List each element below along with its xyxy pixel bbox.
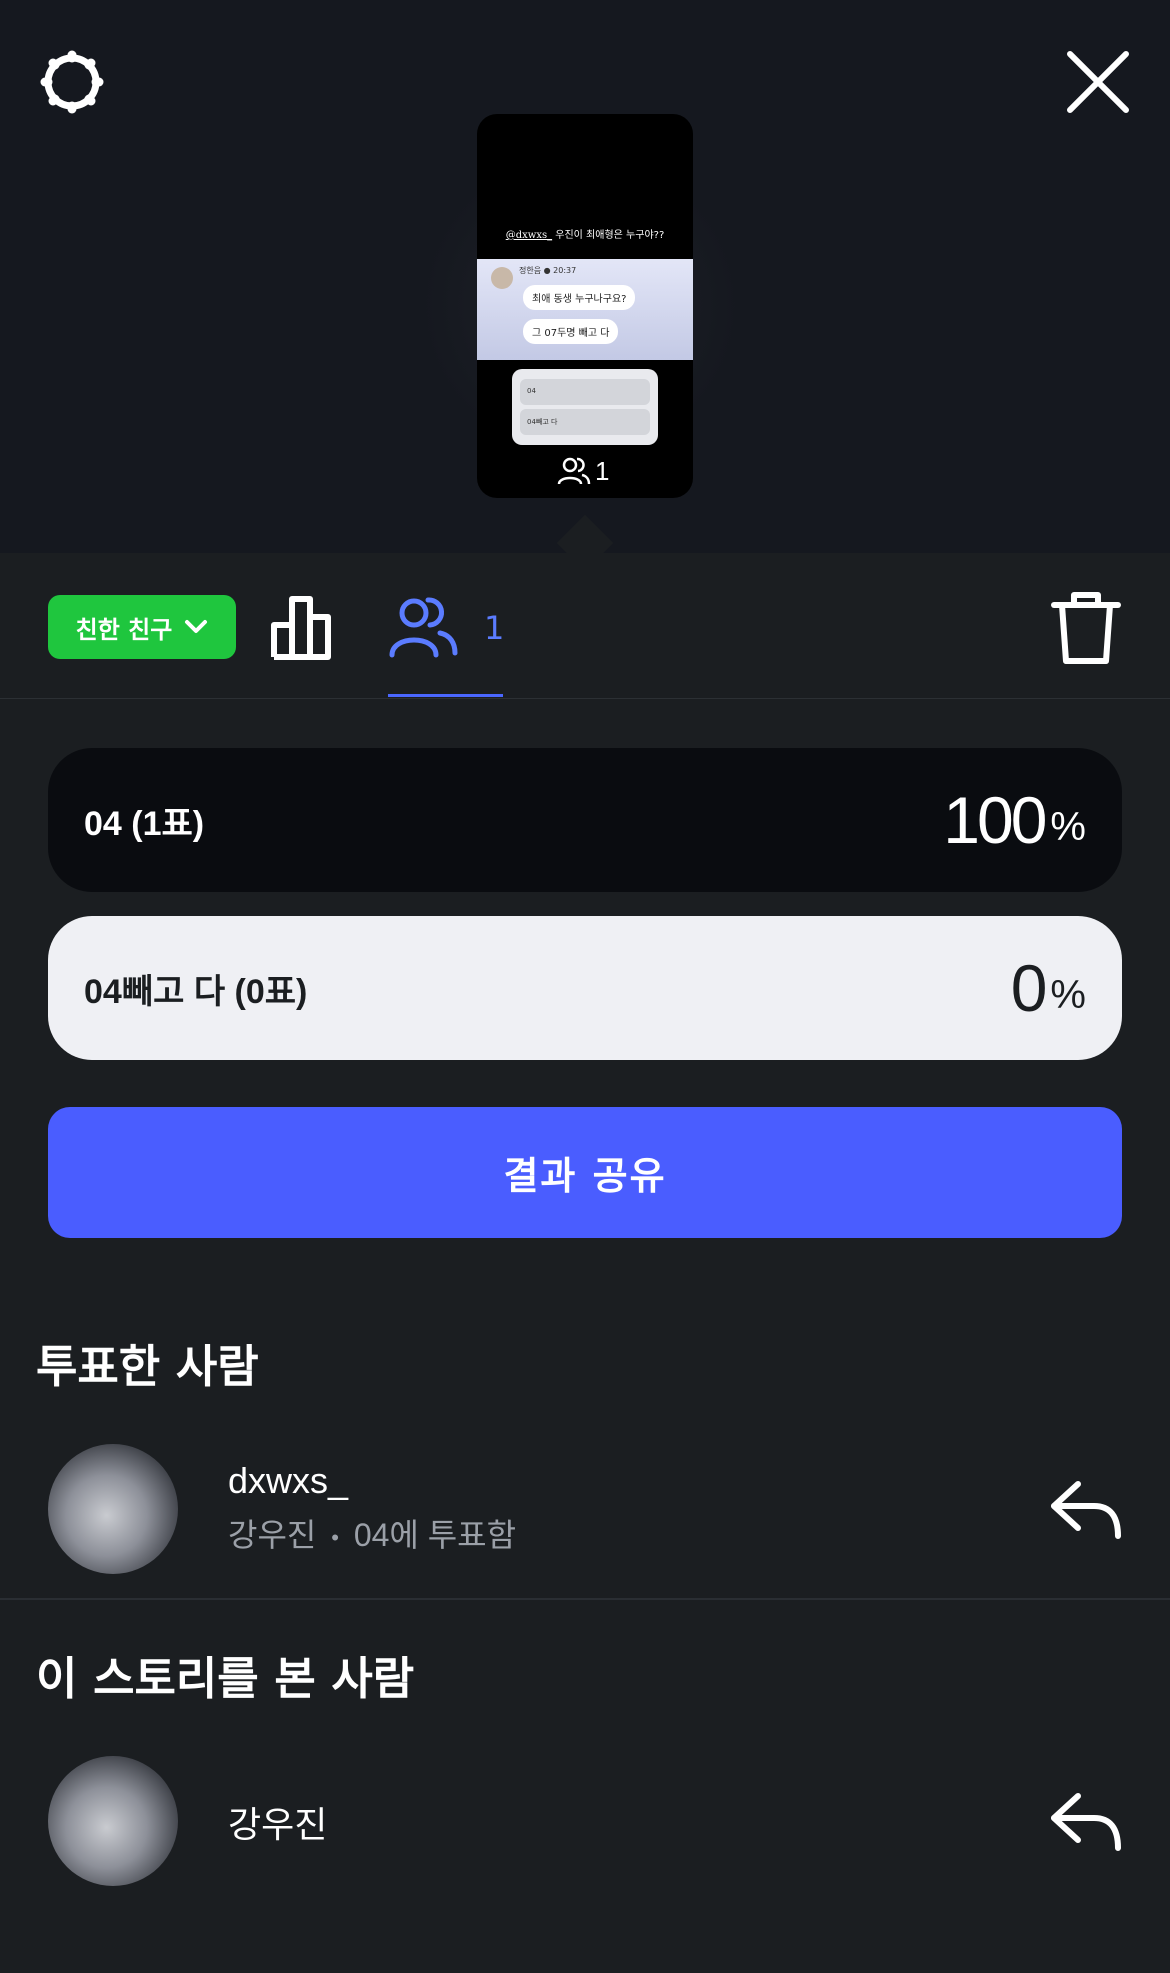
vote-choice: 04에 투표함 xyxy=(353,1517,517,1553)
list-item[interactable]: dxwxs_ 강우진 • 04에 투표함 xyxy=(0,1440,1170,1580)
reply-icon[interactable] xyxy=(1048,1790,1124,1854)
voter-detail: 강우진 • 04에 투표함 xyxy=(228,1510,516,1556)
reply-icon[interactable] xyxy=(1048,1478,1124,1542)
percent-value: 0 xyxy=(1010,951,1048,1025)
bar-chart-icon[interactable] xyxy=(268,591,340,663)
close-icon[interactable] xyxy=(1062,46,1134,118)
viewers-tab-count: 1 xyxy=(484,609,505,647)
percent-value: 100 xyxy=(943,783,1047,857)
voters-section-title: 투표한 사람 xyxy=(36,1340,259,1393)
caption-handle: @dxwxs_ xyxy=(505,230,553,241)
chat-time: 20:37 xyxy=(553,266,577,275)
poll-sticker: 04 04빼고 다 xyxy=(512,369,658,445)
caption-text: 우진이 최애형은 누구야?? xyxy=(555,230,665,241)
viewer-name: 강우진 xyxy=(228,1804,328,1845)
viewer-count-value: 1 xyxy=(595,455,610,486)
percent-sign: % xyxy=(1050,805,1086,849)
story-preview-area: @dxwxs_ 우진이 최애형은 누구야?? 정한음 ● 20:37 최애 동생… xyxy=(0,0,1170,553)
close-friends-label: 친한 친구 xyxy=(75,615,173,644)
percent-sign: % xyxy=(1050,973,1086,1017)
trash-icon[interactable] xyxy=(1050,587,1122,667)
poll-sticker-option: 04 xyxy=(520,379,650,405)
poll-sticker-option: 04빼고 다 xyxy=(520,409,650,435)
avatar[interactable] xyxy=(48,1756,178,1886)
chat-screenshot: 정한음 ● 20:37 최애 동생 누구나구요? 그 07두명 빼고 다 xyxy=(477,259,693,360)
poll-option-label: 04빼고 다 (0표) xyxy=(84,972,308,1011)
avatar[interactable] xyxy=(48,1444,178,1574)
poll-option-label: 04 (1표) xyxy=(84,804,205,843)
poll-result-option: 04빼고 다 (0표) 0 % xyxy=(48,916,1122,1060)
chat-bubble: 최애 동생 누구나구요? xyxy=(523,285,636,310)
settings-icon[interactable] xyxy=(36,46,108,118)
tab-viewers[interactable]: 1 xyxy=(388,591,505,699)
close-friends-badge[interactable]: 친한 친구 xyxy=(48,595,236,659)
story-thumbnail[interactable]: @dxwxs_ 우진이 최애형은 누구야?? 정한음 ● 20:37 최애 동생… xyxy=(477,114,693,498)
active-tab-underline xyxy=(388,694,503,697)
poll-result-option: 04 (1표) 100 % xyxy=(48,748,1122,892)
chat-bubble: 그 07두명 빼고 다 xyxy=(523,319,619,344)
people-icon xyxy=(389,597,458,658)
voter-name: 강우진 xyxy=(228,1517,317,1553)
list-item[interactable]: 강우진 xyxy=(0,1752,1170,1892)
chat-name: 정한음 xyxy=(519,266,542,275)
viewers-section-title: 이 스토리를 본 사람 xyxy=(36,1652,415,1705)
story-caption: @dxwxs_ 우진이 최애형은 누구야?? xyxy=(477,226,693,241)
share-results-button[interactable]: 결과 공유 xyxy=(48,1107,1122,1238)
people-icon xyxy=(557,457,591,485)
separator-dot: • xyxy=(331,1524,339,1550)
divider xyxy=(0,1598,1170,1600)
chat-header: 정한음 ● 20:37 xyxy=(519,265,576,276)
chat-avatar xyxy=(491,267,513,289)
poll-option-percent: 0 % xyxy=(1011,955,1086,1021)
viewer-count: 1 xyxy=(557,456,609,486)
username: dxwxs_ xyxy=(228,1460,349,1501)
insights-tab-bar: 친한 친구 1 xyxy=(0,553,1170,699)
poll-option-percent: 100 % xyxy=(943,787,1086,853)
verified-icon: ● xyxy=(543,266,551,275)
chevron-down-icon xyxy=(185,620,208,633)
